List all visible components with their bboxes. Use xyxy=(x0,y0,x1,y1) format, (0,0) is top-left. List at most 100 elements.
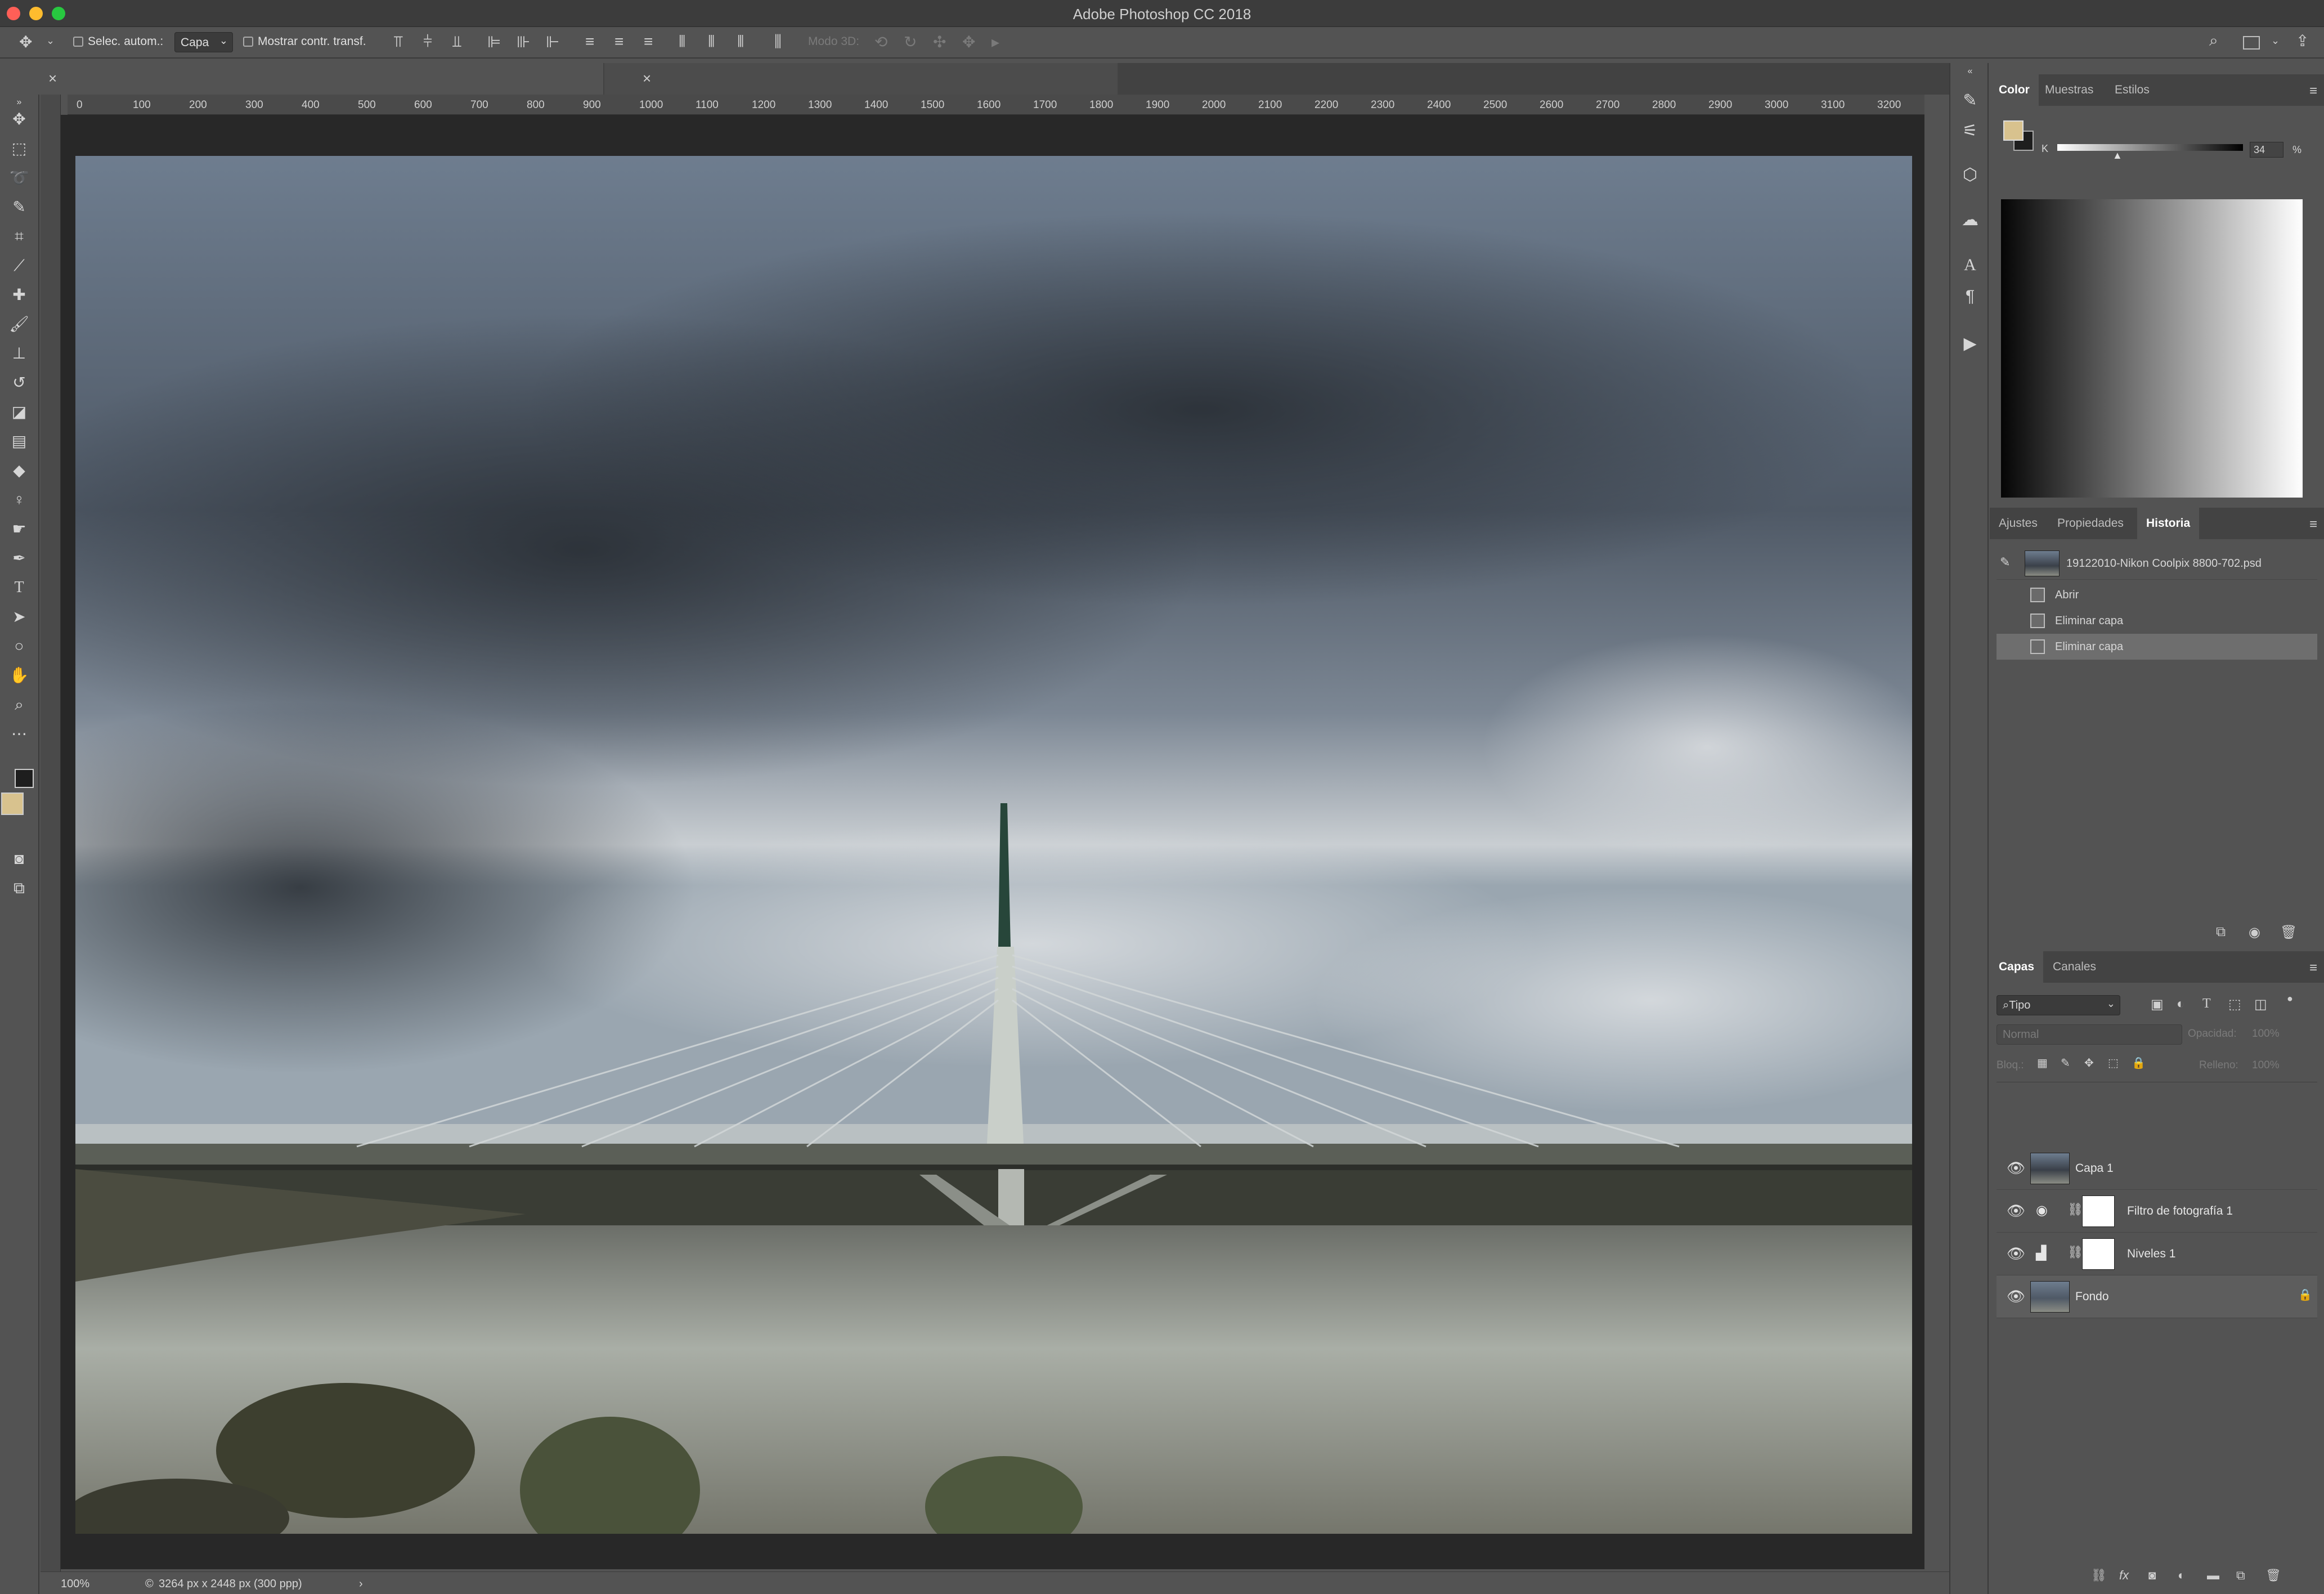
k-slider-track[interactable] xyxy=(2057,144,2243,151)
layer-name[interactable]: Fondo xyxy=(2075,1290,2109,1304)
distribute-right-icon[interactable]: ⦀ xyxy=(737,33,744,51)
tab-layers[interactable]: Capas xyxy=(1990,951,2044,983)
link-icon[interactable]: ⛓ xyxy=(2067,1245,2083,1260)
align-top-icon[interactable]: ⫪ xyxy=(394,33,403,51)
layer-row[interactable]: 👁 ▟ ⛓ Niveles 1 xyxy=(1997,1233,2317,1275)
layer-name[interactable]: Capa 1 xyxy=(2075,1162,2114,1175)
eye-icon[interactable]: 👁 xyxy=(2007,1245,2025,1262)
layer-row[interactable]: 👁 ◉ ⛓ Filtro de fotografía 1 xyxy=(1997,1190,2317,1233)
layer-row-selected[interactable]: 👁 Fondo 🔒 xyxy=(1997,1275,2317,1318)
screen-mode-icon[interactable]: ⧉ xyxy=(7,876,32,901)
link-icon[interactable]: ⛓ xyxy=(2067,1202,2083,1217)
align-left-icon[interactable]: ⊫ xyxy=(487,33,501,51)
filter-smart-object-icon[interactable]: ◫ xyxy=(2254,996,2267,1013)
distribute-top-icon[interactable]: ≡ xyxy=(585,33,594,51)
chevron-right-icon[interactable]: › xyxy=(359,1578,363,1591)
dodge-tool-icon[interactable]: ♀ xyxy=(7,487,32,512)
3d-scale-icon[interactable]: ▸ xyxy=(991,33,999,51)
layer-row[interactable]: 👁 Capa 1 xyxy=(1997,1147,2317,1190)
gradient-tool-icon[interactable]: ▤ xyxy=(7,429,32,454)
fx-icon[interactable]: fx xyxy=(2119,1568,2129,1583)
quick-select-tool-icon[interactable]: ✎ xyxy=(7,195,32,220)
filter-shape-icon[interactable]: ⬚ xyxy=(2228,996,2241,1013)
distribute-left-icon[interactable]: ⦀ xyxy=(679,33,685,51)
layer-mask-thumbnail[interactable] xyxy=(2082,1238,2115,1270)
background-color-swatch[interactable] xyxy=(15,769,34,788)
add-mask-icon[interactable]: ◙ xyxy=(2148,1568,2156,1583)
type-tool-icon[interactable]: T xyxy=(7,575,32,600)
lock-pixels-icon[interactable]: ✎ xyxy=(2061,1056,2070,1070)
filter-adjustment-icon[interactable]: ◐ xyxy=(2177,996,2185,1012)
filter-pixel-icon[interactable]: ▣ xyxy=(2151,996,2164,1013)
paragraph-icon[interactable]: ¶ xyxy=(1958,285,1982,308)
align-vcenter-icon[interactable]: ⫩ xyxy=(423,33,432,51)
foreground-color-swatch[interactable] xyxy=(1,792,24,815)
hand-tool-icon[interactable]: ✋ xyxy=(7,663,32,688)
layer-mask-thumbnail[interactable] xyxy=(2082,1196,2115,1227)
history-snapshot[interactable]: ✎ 19122010-Nikon Coolpix 8800-702.psd xyxy=(1997,547,2317,580)
filter-type-icon[interactable]: T xyxy=(2202,996,2211,1011)
lock-all-icon[interactable]: 🔒 xyxy=(2132,1056,2146,1070)
tab-history[interactable]: Historia xyxy=(2137,508,2200,539)
actions-play-icon[interactable]: ▶ xyxy=(1958,332,1982,356)
chevron-down-icon[interactable]: ⌄ xyxy=(2271,35,2280,47)
marquee-tool-icon[interactable]: ⬚ xyxy=(7,136,32,161)
new-adjustment-icon[interactable]: ◐ xyxy=(2178,1568,2185,1583)
tab-styles[interactable]: Estilos xyxy=(2106,74,2159,106)
workspace-icon[interactable] xyxy=(2243,36,2260,50)
3d-pan-icon[interactable]: ✣ xyxy=(933,33,946,51)
show-transform-checkbox[interactable]: Mostrar contr. transf. xyxy=(243,35,366,48)
lock-artboard-icon[interactable]: ⬚ xyxy=(2108,1056,2119,1070)
auto-align-icon[interactable]: ⫼ xyxy=(774,33,782,51)
creative-cloud-icon[interactable]: ☁ xyxy=(1958,208,1982,232)
trash-icon[interactable]: 🗑 xyxy=(2265,1568,2281,1583)
clone-stamp-tool-icon[interactable]: ⊥ xyxy=(7,341,32,366)
lock-transparent-icon[interactable]: ▦ xyxy=(2037,1056,2048,1070)
brush-tool-icon[interactable]: 🖌 xyxy=(7,312,32,337)
quick-mask-icon[interactable]: ◙ xyxy=(7,847,32,871)
foreground-color-swatch[interactable] xyxy=(2003,120,2024,141)
lasso-tool-icon[interactable]: ➰ xyxy=(7,165,32,190)
path-select-tool-icon[interactable]: ➤ xyxy=(7,605,32,629)
layer-filter-dropdown[interactable]: ⌕Tipo ⌄ xyxy=(1997,995,2120,1015)
document-tab-2[interactable]: × xyxy=(604,63,1118,95)
distribute-bottom-icon[interactable]: ≡ xyxy=(644,33,653,51)
pen-tool-icon[interactable]: ✒ xyxy=(7,546,32,571)
eraser-tool-icon[interactable]: ◪ xyxy=(7,400,32,424)
zoom-level[interactable]: 100% xyxy=(61,1578,89,1591)
close-icon[interactable]: × xyxy=(48,70,57,87)
ellipse-tool-icon[interactable]: ○ xyxy=(7,634,32,659)
opacity-value[interactable]: 100% xyxy=(2252,1028,2280,1040)
3d-orbit-icon[interactable]: ⟲ xyxy=(874,33,887,51)
panel-menu-icon[interactable]: ≡ xyxy=(2309,960,2317,976)
brush-settings-icon[interactable]: ✎ xyxy=(1958,89,1982,113)
history-brush-source-icon[interactable]: ✎ xyxy=(2000,555,2010,570)
fill-value[interactable]: 100% xyxy=(2252,1059,2280,1072)
trash-icon[interactable]: 🗑 xyxy=(2280,924,2297,941)
distribute-hcenter-icon[interactable]: ⦀ xyxy=(708,33,715,51)
align-right-icon[interactable]: ⊩ xyxy=(546,33,559,51)
grayscale-ramp[interactable] xyxy=(2001,199,2303,498)
auto-select-dropdown[interactable]: Capa ⌄ xyxy=(174,32,233,52)
distribute-vcenter-icon[interactable]: ≡ xyxy=(614,33,623,51)
new-document-from-state-icon[interactable]: ⧉ xyxy=(2216,924,2226,940)
collapse-icon[interactable]: « xyxy=(1958,65,1982,78)
filter-toggle-icon[interactable]: ● xyxy=(2287,993,2293,1005)
blend-mode-dropdown[interactable]: Normal xyxy=(1997,1024,2182,1045)
eye-icon[interactable]: 👁 xyxy=(2007,1159,2025,1177)
camera-icon[interactable]: ◉ xyxy=(2249,924,2260,941)
new-layer-icon[interactable]: ⧉ xyxy=(2236,1568,2245,1583)
zoom-tool-icon[interactable]: ⌕ xyxy=(7,692,32,717)
close-icon[interactable]: × xyxy=(643,70,651,87)
layer-name[interactable]: Niveles 1 xyxy=(2127,1247,2175,1261)
chevron-down-icon[interactable]: ⌄ xyxy=(46,35,55,47)
align-bottom-icon[interactable]: ⫫ xyxy=(452,33,461,51)
layer-name[interactable]: Filtro de fotografía 1 xyxy=(2127,1205,2233,1218)
tab-channels[interactable]: Canales xyxy=(2044,951,2105,983)
3d-cube-icon[interactable]: ⬡ xyxy=(1958,163,1982,187)
align-hcenter-icon[interactable]: ⊪ xyxy=(517,33,530,51)
more-tools-icon[interactable]: ⋯ xyxy=(7,722,32,746)
eye-icon[interactable]: 👁 xyxy=(2007,1288,2025,1305)
panel-menu-icon[interactable]: ≡ xyxy=(2309,517,2317,532)
adjustments-icon[interactable]: ⚟ xyxy=(1958,119,1982,143)
